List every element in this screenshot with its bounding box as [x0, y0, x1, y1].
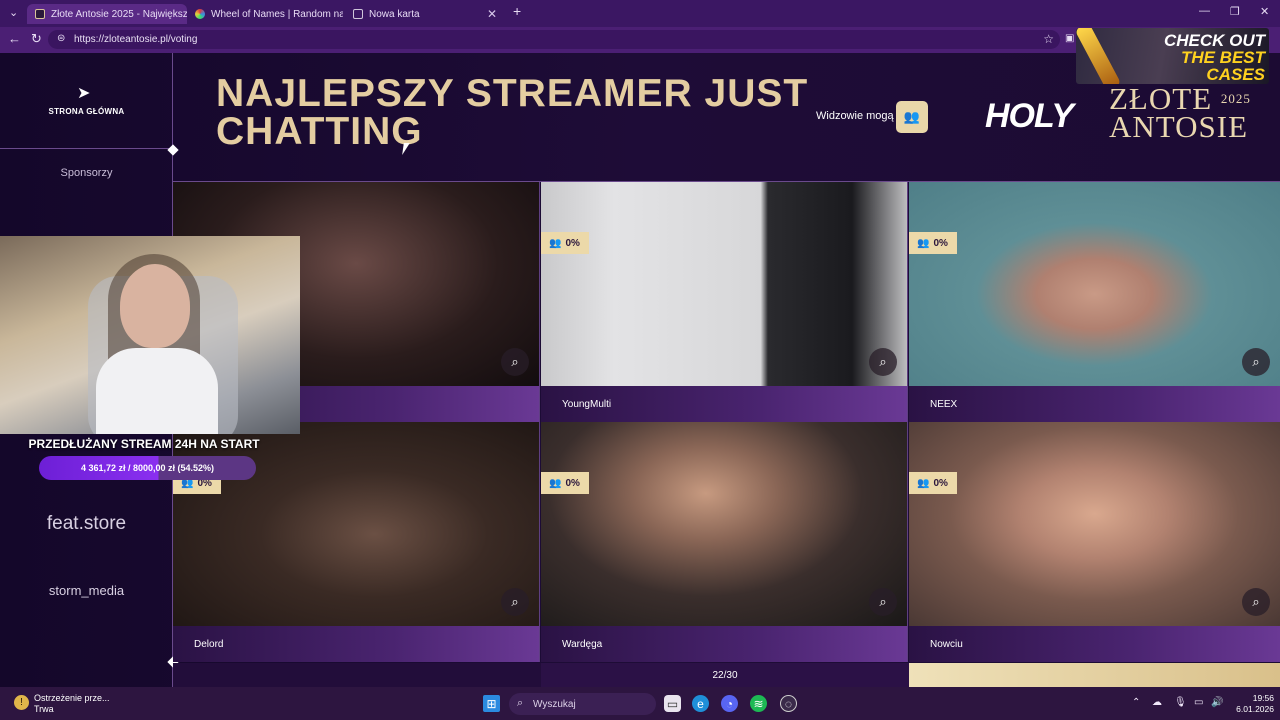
edge-icon[interactable]: e [692, 695, 709, 712]
new-tab-plus-icon[interactable]: + [513, 3, 521, 19]
tab-zlote-antosie[interactable]: Złote Antosie 2025 - Największy P ✕ [27, 4, 187, 24]
wheel-favicon-icon [195, 9, 205, 19]
tab-wheel-of-names[interactable]: Wheel of Names | Random name p ✕ [187, 4, 343, 24]
sponsors-heading: Sponsorzy [60, 167, 113, 179]
close-window-icon[interactable]: ✕ [1260, 5, 1269, 18]
nominee-photo [541, 182, 907, 386]
nominee-card[interactable]: 👥 0% ⌕ YoungMulti [541, 182, 908, 422]
home-link[interactable]: ➤ STRONA GŁÓWNA [0, 53, 173, 149]
tab-bar: ⌄ Złote Antosie 2025 - Największy P ✕ Wh… [0, 0, 1280, 27]
new-tab-favicon-icon [353, 9, 363, 19]
mouse-cursor [402, 143, 416, 155]
maximize-icon[interactable]: ❐ [1230, 5, 1240, 18]
sponsor-feat-store[interactable]: feat.store [0, 513, 173, 535]
vote-percent-badge: 👥 0% [541, 232, 589, 254]
users-icon: 👥 [917, 237, 930, 249]
reload-icon[interactable]: ↻ [31, 31, 42, 47]
taskbar-search[interactable]: ⌕ Wyszukaj [509, 693, 656, 715]
zoom-icon[interactable]: ⌕ [1242, 588, 1270, 616]
tab-new-tab[interactable]: Nowa karta ✕ [345, 4, 505, 24]
app-icon[interactable]: ◌ [780, 695, 797, 712]
viewers-label: Widzowie mogą [816, 110, 894, 122]
knife-icon [1076, 28, 1122, 84]
notification-title: Ostrzeżenie prze... [34, 693, 110, 703]
nominee-photo [909, 422, 1280, 626]
zoom-icon[interactable]: ⌕ [501, 348, 529, 376]
url-text: https://zloteantosie.pl/voting [74, 34, 198, 45]
nominee-card[interactable]: 👥 0% ⌕ Wardęga [541, 422, 908, 662]
taskbar: ! Ostrzeżenie prze... Trwa ⊞ ⌕ Wyszukaj … [0, 687, 1280, 720]
home-arrow-icon: ➤ [77, 85, 91, 102]
home-label: STRONA GŁÓWNA [48, 107, 125, 116]
stream-caption: PRZEDŁUŻANY STREAM 24H NA START [28, 437, 260, 451]
category-title: NAJLEPSZY STREAMER JUST CHATTING [216, 72, 809, 153]
zoom-icon[interactable]: ⌕ [869, 588, 897, 616]
users-icon: 👥 [549, 477, 562, 489]
microphone-icon[interactable]: 🎙 [1174, 697, 1187, 708]
nominee-name: Nowciu [909, 626, 1280, 662]
vote-percent-badge: 👥 0% [909, 472, 957, 494]
users-icon: 👥 [917, 477, 930, 489]
zoom-icon[interactable]: ⌕ [869, 348, 897, 376]
tab-title: Wheel of Names | Random name p [211, 8, 343, 20]
ad-line-3: CASES [1206, 65, 1265, 84]
network-icon[interactable]: ▭ [1194, 697, 1203, 708]
nominee-name: Delord [173, 626, 539, 662]
volume-icon[interactable]: 🔊 [1211, 697, 1223, 708]
vote-percent-badge: 👥 0% [541, 472, 589, 494]
back-icon[interactable]: ← [8, 31, 21, 46]
spotify-icon[interactable]: ≋ [750, 695, 767, 712]
streamer-webcam [0, 236, 300, 434]
warning-icon: ! [14, 695, 29, 710]
nominee-photo [173, 422, 539, 626]
nominee-name: Wardęga [541, 626, 907, 662]
users-icon: 👥 [903, 109, 921, 124]
task-view-icon[interactable]: ▭ [664, 695, 681, 712]
nominee-name: YoungMulti [541, 386, 907, 422]
pager-left-strip [173, 663, 541, 687]
donation-goal-bar: 4 361,72 zł / 8000,00 zł (54.52%) [39, 456, 256, 480]
holy-logo: HOLY [985, 97, 1074, 135]
extension-icon[interactable]: ▣ [1065, 33, 1074, 44]
tab-menu-icon[interactable]: ⌄ [9, 6, 18, 19]
nominee-name: NEEX [909, 386, 1280, 422]
cloud-icon[interactable]: ☁ [1152, 697, 1162, 708]
viewers-vote-button[interactable]: 👥 [896, 101, 928, 133]
tray-chevron-icon[interactable]: ⌃ [1132, 697, 1140, 708]
nominee-card[interactable]: 👥 0% ⌕ NEEX [909, 182, 1280, 422]
clock-date: 6.01.2026 [1236, 704, 1274, 714]
zlote-antosie-logo: ZŁOTE 2025 ANTOSIE [1109, 81, 1251, 144]
zoom-icon[interactable]: ⌕ [1242, 348, 1270, 376]
vote-percent-badge: 👥 0% [909, 232, 957, 254]
system-clock[interactable]: 19:56 6.01.2026 [1228, 693, 1274, 715]
search-icon: ⌕ [517, 697, 524, 709]
tab-title: Nowa karta [369, 8, 420, 20]
notification-sub: Trwa [34, 704, 54, 714]
pagination-indicator: 22/30 [541, 663, 909, 687]
site-info-icon[interactable]: ⊜ [57, 33, 65, 44]
nominee-photo [909, 182, 1280, 386]
tab-title: Złote Antosie 2025 - Największy P [51, 8, 187, 20]
cases-ad-overlay: CHECK OUT THE BEST CASES [1076, 28, 1269, 84]
zoom-icon[interactable]: ⌕ [501, 588, 529, 616]
sponsor-storm-media[interactable]: storm_media [0, 583, 173, 598]
url-field[interactable]: ⊜ https://zloteantosie.pl/voting ☆ [48, 30, 1060, 49]
discord-icon[interactable]: ◔ [721, 695, 738, 712]
pager-right-strip[interactable] [909, 663, 1280, 687]
favicon-icon [35, 9, 45, 19]
close-tab-icon[interactable]: ✕ [487, 7, 497, 21]
users-icon: 👥 [549, 237, 562, 249]
bookmark-star-icon[interactable]: ☆ [1043, 32, 1054, 46]
clock-time: 19:56 [1252, 693, 1274, 703]
windows-start-icon[interactable]: ⊞ [483, 695, 500, 712]
nominee-photo [541, 422, 907, 626]
nominee-card[interactable]: 👥 0% ⌕ Nowciu [909, 422, 1280, 662]
minimize-icon[interactable]: — [1199, 5, 1210, 17]
search-placeholder: Wyszukaj [533, 698, 576, 710]
